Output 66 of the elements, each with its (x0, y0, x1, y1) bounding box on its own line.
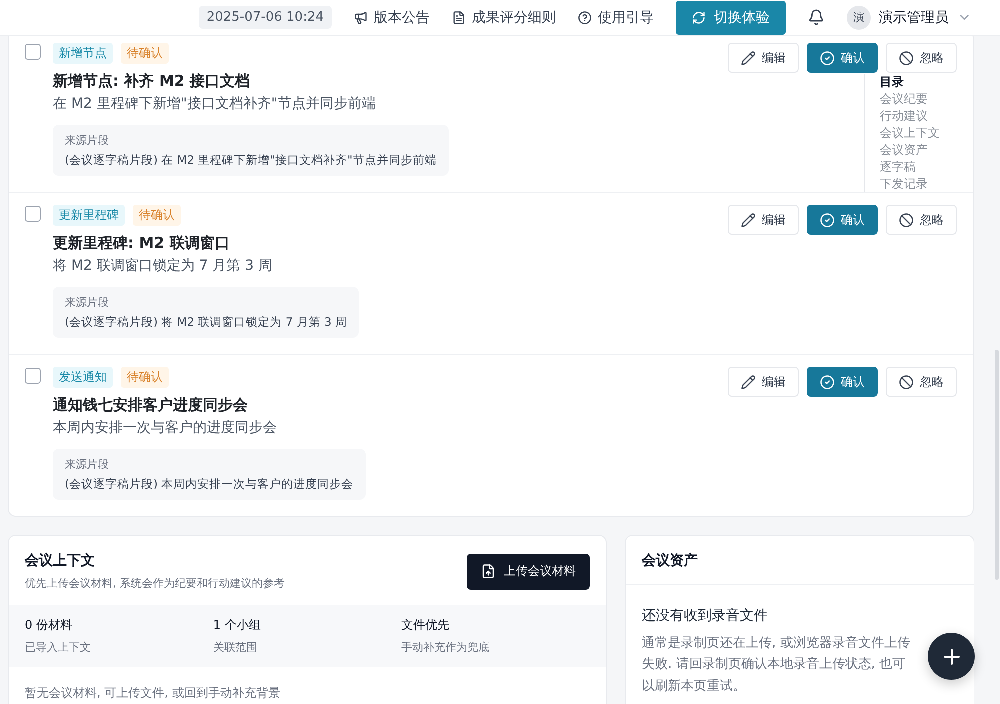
user-name[interactable]: 演示管理员 (879, 8, 949, 26)
source-label: 来源片段 (65, 295, 110, 310)
check-circle-icon (820, 212, 835, 228)
toc-title: 目录 (880, 74, 905, 90)
refresh-icon (692, 10, 706, 24)
empty-message: 暂无会议材料, 可上传文件, 或回到手动补充背景 (24, 685, 282, 702)
checkbox[interactable] (25, 206, 41, 222)
stat-label: 已导入上下文 (25, 640, 92, 655)
status-tag: 待确认 (121, 43, 169, 64)
nav-link[interactable]: 成果评分细则 (452, 8, 556, 26)
ignore-button[interactable]: 忽略 (886, 43, 957, 73)
source-label: 来源片段 (65, 457, 110, 472)
status-tag: 待确认 (121, 367, 169, 388)
notification-icon[interactable] (808, 9, 825, 26)
switch-button[interactable]: 切换体验 (676, 0, 786, 34)
ignore-button[interactable]: 忽略 (886, 367, 957, 397)
stat-value: 1 个小组 (213, 617, 262, 634)
source-text: (会议逐字稿片段) 将 M2 联调窗口锁定为 7 月第 3 周 (65, 315, 348, 330)
ban-icon (899, 374, 914, 390)
stat-value: 文件优先 (402, 617, 451, 634)
type-tag: 更新里程碑 (53, 205, 125, 226)
confirm-button[interactable]: 确认 (807, 43, 878, 73)
action-description: 将 M2 联调窗口锁定为 7 月第 3 周 (53, 257, 274, 275)
action-description: 在 M2 里程碑下新增"接口文档补齐"节点并同步前端 (53, 95, 377, 113)
date-time: 2025-07-06 10:24 (198, 6, 332, 29)
file-upload-icon (481, 564, 496, 579)
type-tag: 新增节点 (53, 43, 113, 64)
empty-message: 通常是录制页还在上传, 或浏览器录音文件上传失败. 请回录制页确认本地录音上传状态, 也可以刷新本页重试。 (642, 635, 912, 696)
action-title: 更新里程碑: M2 联调窗口 (53, 234, 231, 253)
action-title: 新增节点: 补齐 M2 接口文档 (53, 72, 252, 91)
stat-label: 关联范围 (213, 640, 258, 655)
source-label: 来源片段 (65, 133, 110, 148)
megaphone-icon (354, 10, 368, 24)
pencil-icon (741, 212, 756, 228)
card-title: 会议资产 (642, 552, 698, 570)
ban-icon (899, 50, 914, 66)
nav-link[interactable]: 版本公告 (354, 8, 430, 26)
upload-button[interactable]: 上传会议材料 (467, 554, 590, 590)
empty-title: 还没有收到录音文件 (642, 607, 769, 625)
confirm-button[interactable]: 确认 (807, 205, 878, 235)
edit-button[interactable]: 编辑 (728, 205, 799, 235)
card-subtitle: 优先上传会议材料, 系统会作为纪要和行动建议的参考 (25, 576, 285, 591)
document-icon (452, 10, 466, 24)
action-title: 通知钱七安排客户进度同步会 (53, 396, 249, 415)
checkbox[interactable] (25, 368, 41, 384)
ban-icon (899, 212, 914, 228)
pencil-icon (741, 50, 756, 66)
nav-link[interactable]: 使用引导 (578, 8, 654, 26)
avatar[interactable]: 演 (847, 6, 871, 30)
confirm-button[interactable]: 确认 (807, 367, 878, 397)
help-icon (578, 10, 592, 24)
action-description: 本周内安排一次与客户的进度同步会 (53, 419, 278, 437)
card-title: 会议上下文 (25, 552, 96, 570)
source-text: (会议逐字稿片段) 本周内安排一次与客户的进度同步会 (65, 477, 354, 492)
stat-label: 手动补充作为兜底 (402, 640, 491, 655)
edit-button[interactable]: 编辑 (728, 43, 799, 73)
stat-value: 0 份材料 (25, 617, 74, 634)
edit-button[interactable]: 编辑 (728, 367, 799, 397)
check-circle-icon (820, 50, 835, 66)
check-circle-icon (820, 374, 835, 390)
status-tag: 待确认 (133, 205, 181, 226)
ignore-button[interactable]: 忽略 (886, 205, 957, 235)
pencil-icon (741, 374, 756, 390)
type-tag: 发送通知 (53, 367, 113, 388)
source-text: (会议逐字稿片段) 在 M2 里程碑下新增"接口文档补齐"节点并同步前端 (65, 153, 437, 168)
checkbox[interactable] (25, 44, 41, 60)
